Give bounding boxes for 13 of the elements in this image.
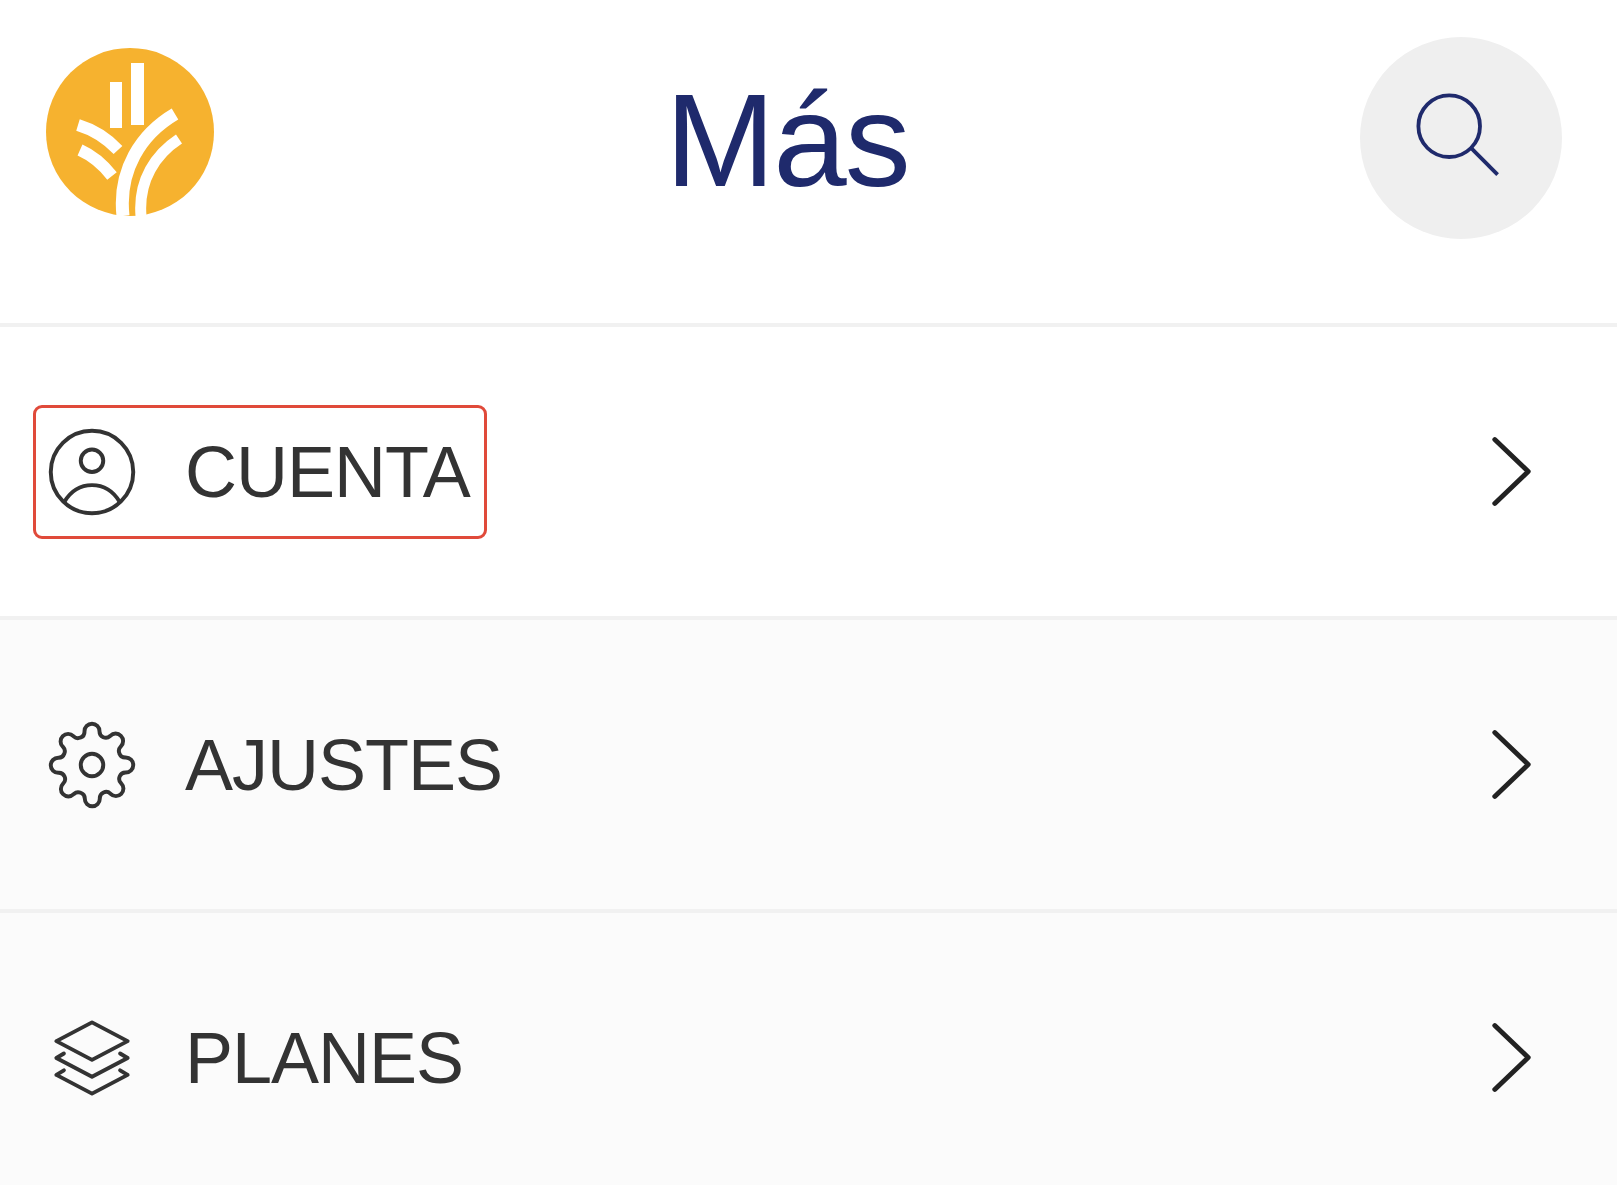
menu-label: AJUSTES: [185, 728, 503, 801]
chevron-right-icon: [1490, 1021, 1533, 1094]
chevron-right-icon: [1490, 435, 1533, 508]
user-circle-icon: [47, 426, 137, 517]
wheat-logo-icon: [46, 48, 214, 216]
page-title: Más: [665, 66, 909, 214]
menu-label: PLANES: [185, 1021, 464, 1094]
search-icon: [1414, 91, 1502, 179]
gear-icon: [47, 719, 137, 810]
menu-item[interactable]: PLANES: [0, 909, 1617, 1185]
chevron-right-icon: [1490, 728, 1533, 801]
menu-label: CUENTA: [185, 435, 470, 508]
menu-item[interactable]: AJUSTES: [0, 616, 1617, 909]
